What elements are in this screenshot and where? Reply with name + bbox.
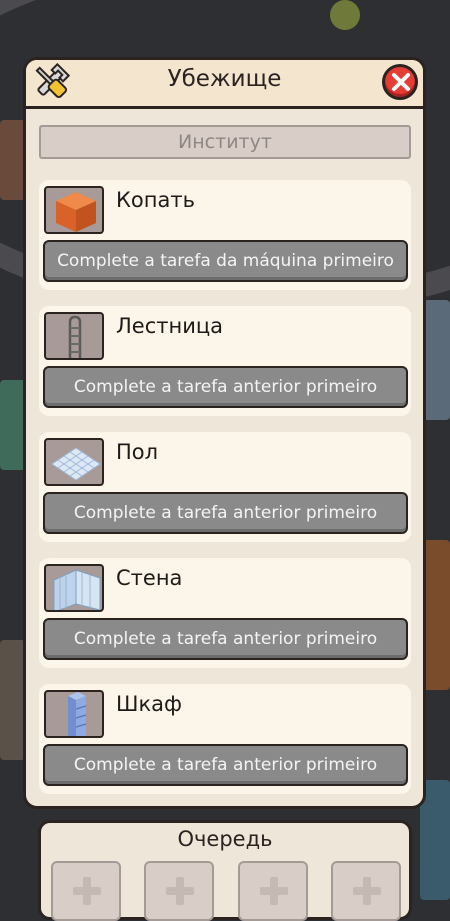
plus-icon: [166, 877, 194, 905]
item-name: Стена: [116, 566, 183, 590]
build-item-cabinet: Шкаф Complete a tarefa anterior primeiro: [39, 684, 411, 794]
dialog-title: Убежище: [167, 66, 282, 92]
item-name: Копать: [116, 188, 195, 212]
item-name: Пол: [116, 440, 159, 464]
queue-panel: Очередь: [38, 820, 412, 921]
close-button[interactable]: [382, 64, 418, 100]
item-action-button[interactable]: Complete a tarefa anterior primeiro: [43, 366, 408, 408]
close-icon: [392, 73, 410, 91]
item-action-button[interactable]: Complete a tarefa da máquina primeiro: [43, 240, 408, 282]
queue-slot[interactable]: [144, 861, 214, 921]
cabinet-icon: [44, 690, 104, 738]
queue-title: Очередь: [177, 827, 273, 851]
shelter-dialog: Убежище Институт Копать Complete a taref…: [23, 57, 426, 809]
tab-institute[interactable]: Институт: [39, 125, 411, 159]
plus-icon: [260, 877, 288, 905]
item-name: Лестница: [116, 314, 224, 338]
floor-tile-icon: [44, 438, 104, 486]
item-action-button[interactable]: Complete a tarefa anterior primeiro: [43, 618, 408, 660]
item-action-button[interactable]: Complete a tarefa anterior primeiro: [43, 744, 408, 786]
build-item-floor: Пол Complete a tarefa anterior primeiro: [39, 432, 411, 542]
item-name: Шкаф: [116, 692, 182, 716]
item-action-button[interactable]: Complete a tarefa anterior primeiro: [43, 492, 408, 534]
dialog-header: Убежище: [26, 60, 423, 109]
wall-icon: [44, 564, 104, 612]
plus-icon: [353, 877, 381, 905]
queue-slot[interactable]: [238, 861, 308, 921]
build-item-wall: Стена Complete a tarefa anterior primeir…: [39, 558, 411, 668]
queue-slot[interactable]: [51, 861, 121, 921]
build-item-dig: Копать Complete a tarefa da máquina prim…: [39, 180, 411, 290]
ladder-icon: [44, 312, 104, 360]
build-item-ladder: Лестница Complete a tarefa anterior prim…: [39, 306, 411, 416]
dirt-block-icon: [44, 186, 104, 234]
plus-icon: [73, 877, 101, 905]
queue-slot[interactable]: [331, 861, 401, 921]
